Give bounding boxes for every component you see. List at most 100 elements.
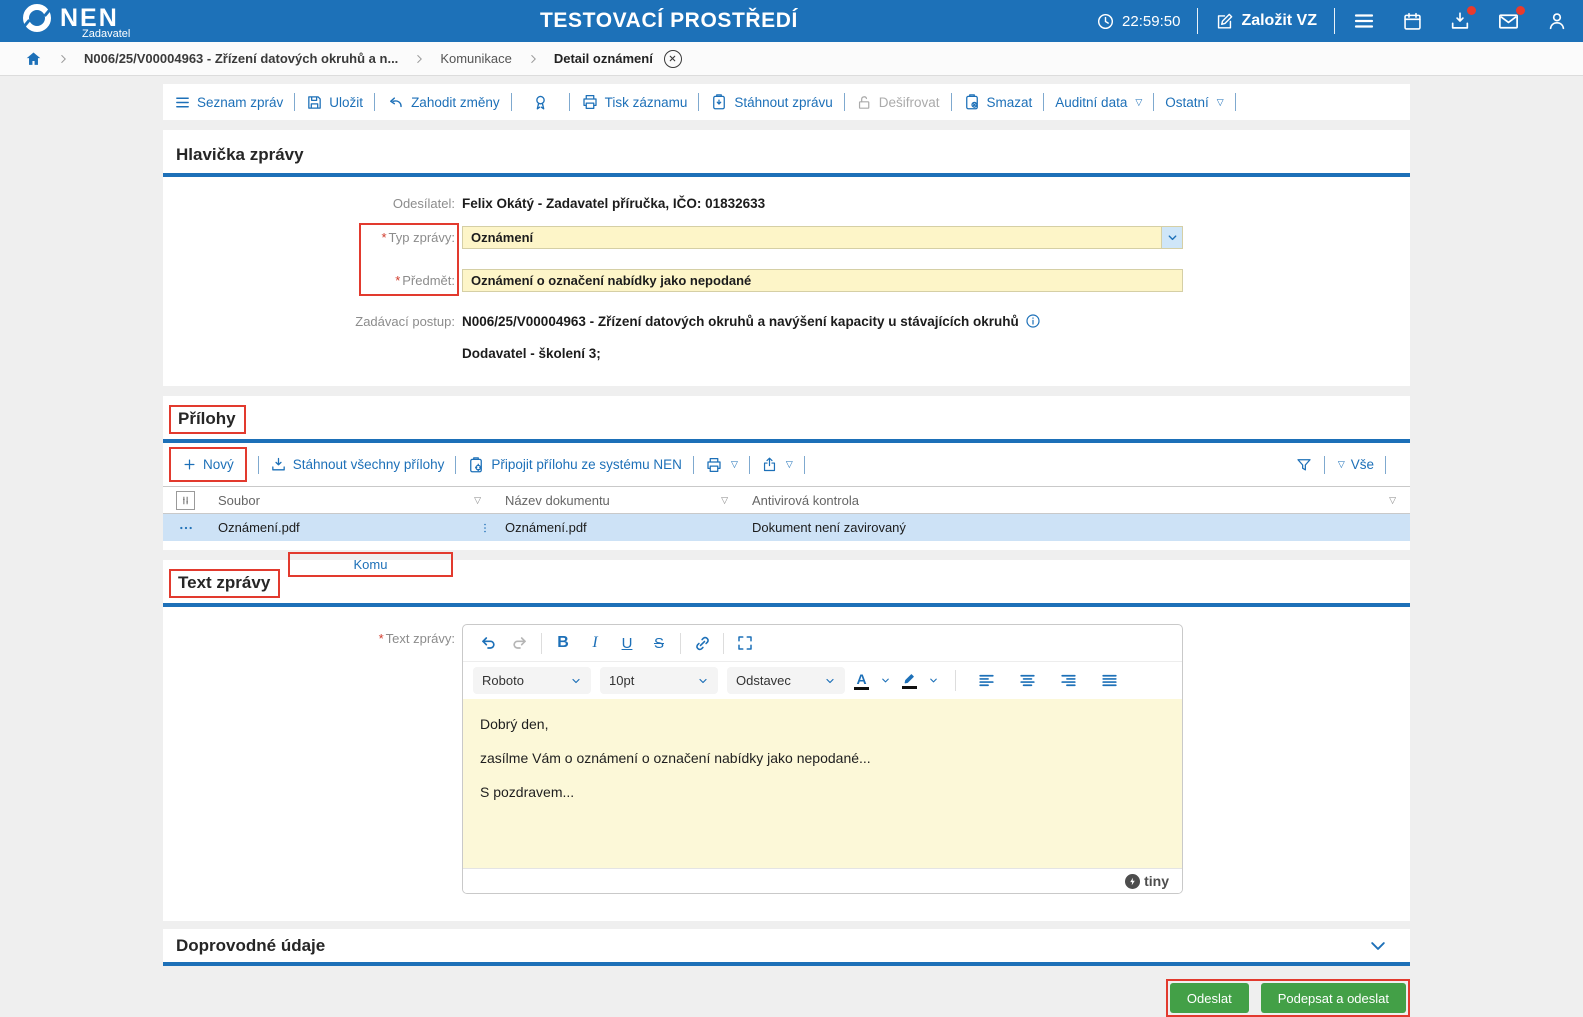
calendar-icon[interactable] xyxy=(1402,11,1423,32)
message-type-row: * Typ zprávy: Oznámení xyxy=(163,226,1410,249)
save-button[interactable]: Uložit xyxy=(306,94,363,111)
strikethrough-button[interactable]: S xyxy=(643,630,675,657)
downloads-tray-icon[interactable] xyxy=(1449,6,1476,32)
mail-icon[interactable] xyxy=(1497,5,1525,33)
clipboard-attach-icon xyxy=(467,456,485,474)
link-icon[interactable] xyxy=(686,630,718,657)
message-paragraph: zasílme Vám o oznámení o označení nabídk… xyxy=(480,750,871,766)
recipient-button[interactable]: Komu xyxy=(288,552,453,577)
chevron-down-icon[interactable] xyxy=(928,675,939,686)
printer-icon xyxy=(705,456,723,474)
align-center-icon[interactable] xyxy=(1011,667,1043,694)
font-size-select[interactable]: 10pt xyxy=(600,667,718,694)
underline-button[interactable]: U xyxy=(611,630,643,657)
attach-from-nen-button[interactable]: Připojit přílohu ze systému NEN xyxy=(467,456,682,474)
notification-dot xyxy=(1467,6,1476,15)
column-filter-icon[interactable]: ▽ xyxy=(721,495,728,506)
editor-content-area[interactable]: Dobrý den, zasílme Vám o oznámení o ozna… xyxy=(463,699,1182,868)
chevron-down-icon[interactable] xyxy=(880,675,891,686)
message-text-section: Text zprávy * Text zprávy: B I U S Robot… xyxy=(163,560,1410,921)
info-icon[interactable] xyxy=(1025,313,1041,329)
message-list-button[interactable]: Seznam zpráv xyxy=(174,94,283,111)
message-type-select[interactable]: Oznámení xyxy=(462,226,1183,249)
column-filter-icon[interactable]: ▽ xyxy=(1389,495,1396,506)
column-header-soubor[interactable]: Soubor xyxy=(218,493,260,508)
section-title: Hlavička zprávy xyxy=(176,145,304,164)
create-vz-button[interactable]: Založit VZ xyxy=(1215,12,1317,31)
home-icon[interactable] xyxy=(25,50,42,67)
section-underline xyxy=(163,173,1410,177)
annotation-box-actions: Odeslat Podepsat a odeslat xyxy=(1165,979,1410,1017)
row-menu-icon[interactable] xyxy=(178,520,194,536)
discard-changes-button[interactable]: Zahodit změny xyxy=(386,93,500,112)
nen-logo-icon xyxy=(23,4,51,32)
breadcrumb-procedure[interactable]: N006/25/V00004963 - Zřízení datových okr… xyxy=(84,51,398,66)
divider xyxy=(723,632,724,654)
column-header-nazev[interactable]: Název dokumentu xyxy=(505,493,610,508)
user-profile-icon[interactable] xyxy=(1546,10,1568,32)
redo-icon[interactable] xyxy=(504,630,536,657)
close-tab-icon[interactable] xyxy=(663,49,682,68)
print-attachments-button[interactable]: ▽ xyxy=(705,456,738,474)
server-clock: 22:59:50 xyxy=(1096,12,1180,31)
highlight-color-button[interactable] xyxy=(902,672,917,689)
column-header-antivir[interactable]: Antivirová kontrola xyxy=(752,493,859,508)
attachment-row[interactable]: Oznámení.pdf Oznámení.pdf Dokument není … xyxy=(163,514,1410,541)
section-underline xyxy=(163,603,1410,607)
new-attachment-label: Nový xyxy=(203,457,234,472)
clock-time: 22:59:50 xyxy=(1122,12,1181,30)
italic-button[interactable]: I xyxy=(579,630,611,657)
drag-handle-icon[interactable] xyxy=(479,520,491,536)
filter-icon[interactable] xyxy=(1295,456,1313,474)
divider xyxy=(257,455,259,474)
bold-button[interactable]: B xyxy=(547,630,579,657)
brand[interactable]: NEN Zadavatel xyxy=(23,0,130,42)
font-family-value: Roboto xyxy=(482,673,524,688)
expand-chevron-icon[interactable] xyxy=(1368,936,1388,956)
clipboard-download-icon xyxy=(710,93,728,111)
breadcrumb-current-page: Detail oznámení xyxy=(553,51,653,66)
breadcrumb-komunikace[interactable]: Komunikace xyxy=(440,51,512,66)
font-family-select[interactable]: Roboto xyxy=(473,667,591,694)
form-actions: Odeslat Podepsat a odeslat xyxy=(163,979,1410,1017)
view-all-dropdown[interactable]: ▽ Vše xyxy=(1336,457,1374,472)
download-all-attachments-button[interactable]: Stáhnout všechny přílohy xyxy=(270,456,444,473)
download-message-button[interactable]: Stáhnout zprávu xyxy=(710,93,833,111)
export-attachments-button[interactable]: ▽ xyxy=(761,456,793,473)
align-left-icon[interactable] xyxy=(970,667,1002,694)
required-mark: * xyxy=(381,230,387,245)
message-paragraph: Dobrý den, xyxy=(480,716,549,732)
print-record-button[interactable]: Tisk záznamu xyxy=(581,93,687,111)
environment-title: TESTOVACÍ PROSTŘEDÍ xyxy=(540,9,798,32)
column-filter-icon[interactable]: ▽ xyxy=(474,495,481,506)
subject-input[interactable]: Oznámení o označení nabídky jako nepodan… xyxy=(462,269,1183,292)
attachment-document-name[interactable]: Oznámení.pdf xyxy=(505,520,587,535)
delete-label: Smazat xyxy=(986,94,1033,110)
block-format-select[interactable]: Odstavec xyxy=(727,667,845,694)
recipient-row: Komu Dodavatel - školení 3; xyxy=(163,341,1410,577)
tiny-brand-label[interactable]: tiny xyxy=(1144,873,1169,889)
menu-icon[interactable] xyxy=(1352,9,1376,33)
caret-down-icon: ▽ xyxy=(730,459,738,469)
attach-from-nen-label: Připojit přílohu ze systému NEN xyxy=(491,457,682,472)
align-justify-icon[interactable] xyxy=(1093,667,1125,694)
undo-icon[interactable] xyxy=(472,630,504,657)
text-color-button[interactable]: A xyxy=(854,672,869,690)
additional-data-section[interactable]: Doprovodné údaje xyxy=(163,929,1410,966)
fullscreen-icon[interactable] xyxy=(729,630,761,657)
create-vz-label: Založit VZ xyxy=(1241,12,1317,29)
audit-data-menu[interactable]: Auditní data ▽ xyxy=(1055,95,1142,110)
attachment-file-name[interactable]: Oznámení.pdf xyxy=(218,520,300,535)
align-right-icon[interactable] xyxy=(1052,667,1084,694)
seal-button[interactable] xyxy=(523,93,558,112)
divider xyxy=(374,93,376,111)
column-settings-icon[interactable] xyxy=(176,490,195,510)
subject-label: Předmět: xyxy=(402,273,455,288)
chevron-down-icon[interactable] xyxy=(1161,227,1182,248)
new-attachment-button[interactable]: Nový xyxy=(169,447,247,482)
audit-data-label: Auditní data xyxy=(1055,94,1128,110)
brand-subtitle: Zadavatel xyxy=(82,28,131,40)
other-menu[interactable]: Ostatní ▽ xyxy=(1165,95,1223,110)
font-size-value: 10pt xyxy=(609,673,635,688)
delete-button[interactable]: Smazat xyxy=(963,93,1033,111)
